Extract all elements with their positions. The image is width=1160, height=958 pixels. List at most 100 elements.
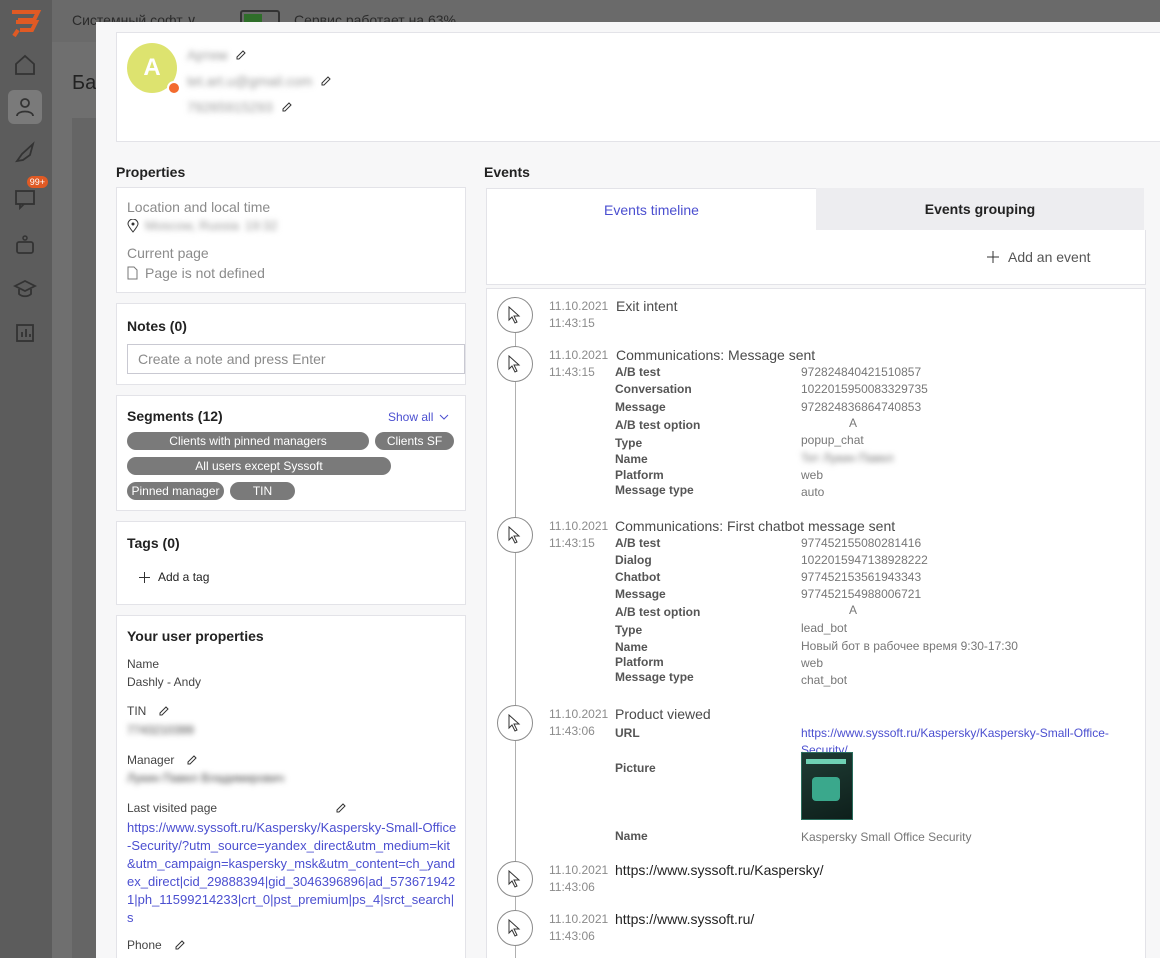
- event-prop-key: Type: [615, 436, 643, 450]
- tin-value: 7743210399: [127, 723, 194, 737]
- background-title: Ба: [72, 72, 97, 94]
- academy-icon[interactable]: [8, 272, 42, 306]
- product-url-line1[interactable]: https://www.syssoft.ru/Kaspersky/Kaspers…: [801, 726, 1109, 740]
- manager-label: Manager: [127, 753, 198, 767]
- event-date: 11.10.2021: [549, 519, 609, 533]
- events-timeline: 11.10.2021 11:43:15 Exit intent 11.10.202…: [486, 288, 1146, 958]
- last-page-label-text: Last visited page: [127, 801, 218, 815]
- event-prop-key: Name: [615, 640, 648, 654]
- segment-pill[interactable]: Pinned manager: [127, 482, 224, 500]
- event-prop-value: A: [849, 603, 858, 617]
- segment-pill[interactable]: Clients SF: [375, 432, 454, 450]
- event-prop-key: A/B test: [615, 536, 661, 550]
- event-prop-value: 977452155080281416: [801, 536, 922, 550]
- event-title: https://www.syssoft.ru/Kaspersky/: [615, 862, 824, 878]
- show-all-label: Show all: [388, 410, 434, 424]
- event-prop-key: Message type: [615, 483, 694, 497]
- user-properties-card: Your user properties Name Dashly - Andy …: [116, 615, 466, 958]
- tab-events-timeline[interactable]: Events timeline: [486, 188, 817, 231]
- event-prop-key: Name: [615, 829, 648, 843]
- event-prop-value: 1022015947138928222: [801, 553, 928, 567]
- event-title: Communications: Message sent: [616, 347, 816, 363]
- add-tag-button[interactable]: Add a tag: [139, 570, 209, 584]
- segment-pill[interactable]: TIN: [230, 482, 295, 500]
- show-all-link[interactable]: Show all: [388, 410, 449, 424]
- event-prop-key: A/B test option: [615, 605, 701, 619]
- add-event-label: Add an event: [1008, 249, 1091, 265]
- event-prop-key: Picture: [615, 761, 656, 775]
- event-title: https://www.syssoft.ru/: [615, 911, 755, 927]
- event-prop-value: Новый бот в рабочее время 9:30-17:30: [801, 639, 1018, 653]
- bot-icon[interactable]: [8, 228, 42, 262]
- analytics-icon[interactable]: [8, 316, 42, 350]
- event-title: Exit intent: [616, 298, 678, 314]
- event-time: 11:43:15: [549, 536, 595, 550]
- tin-label: TIN: [127, 704, 170, 718]
- event-time: 11:43:06: [549, 724, 595, 738]
- event-date: 11.10.2021: [549, 348, 609, 362]
- home-icon[interactable]: [8, 48, 42, 82]
- edit-last-page-icon[interactable]: [335, 802, 347, 814]
- cursor-icon: [497, 910, 533, 946]
- events-tabs: Events timeline Events grouping: [486, 188, 1144, 231]
- user-card-modal: A Артем tet.art.u@gmail.com 79265915293 …: [96, 22, 1160, 958]
- event-prop-key: Dialog: [615, 553, 652, 567]
- event-prop-value: Kaspersky Small Office Security: [801, 830, 972, 844]
- event-date: 11.10.2021: [549, 299, 609, 313]
- location-value: Moscow, Russia: [145, 218, 239, 233]
- event-prop-key: Chatbot: [615, 570, 661, 584]
- logo-icon[interactable]: [8, 8, 44, 38]
- event-prop-key: A/B test option: [615, 418, 701, 432]
- tab-events-grouping[interactable]: Events grouping: [816, 188, 1144, 230]
- app-sidebar: 99+: [0, 0, 52, 958]
- last-page-link[interactable]: https://www.syssoft.ru/Kaspersky/Kaspers…: [127, 819, 457, 927]
- event-prop-key: Conversation: [615, 382, 692, 396]
- segments-title: Segments (12): [127, 408, 223, 424]
- event-prop-value: 972824836864740853: [801, 400, 922, 414]
- segment-pill[interactable]: Clients with pinned managers: [127, 432, 369, 450]
- event-title: Communications: First chatbot message se…: [615, 518, 896, 534]
- note-input[interactable]: Create a note and press Enter: [127, 344, 465, 374]
- plus-icon: [987, 251, 999, 263]
- user-email: tet.art.u@gmail.com: [187, 73, 313, 89]
- event-date: 11.10.2021: [549, 912, 609, 926]
- edit-phone-icon[interactable]: [281, 101, 293, 113]
- user-properties-title: Your user properties: [127, 628, 264, 644]
- events-title: Events: [484, 164, 530, 180]
- add-event-bar: Add an event: [486, 230, 1146, 285]
- cursor-icon: [497, 861, 533, 897]
- location-label: Location and local time: [127, 199, 271, 215]
- event-prop-value: web: [801, 468, 824, 482]
- event-prop-value: 977452153561943343: [801, 570, 922, 584]
- edit-tin-icon[interactable]: [158, 705, 170, 717]
- event-prop-value: chat_bot: [801, 673, 848, 687]
- edit-manager-icon[interactable]: [186, 754, 198, 766]
- chat-icon[interactable]: 99+: [8, 176, 48, 216]
- tin-label-text: TIN: [127, 704, 147, 718]
- event-prop-key: Platform: [615, 468, 664, 482]
- cursor-icon: [497, 346, 533, 382]
- name-label: Name: [127, 657, 159, 671]
- event-prop-key: Type: [615, 623, 643, 637]
- page-icon: [127, 266, 138, 280]
- edit-email-icon[interactable]: [320, 75, 332, 87]
- edit-name-icon[interactable]: [235, 49, 247, 61]
- edit-phone-prop-icon[interactable]: [174, 939, 186, 951]
- name-value: Dashly - Andy: [127, 675, 202, 689]
- event-date: 11.10.2021: [549, 707, 609, 721]
- add-event-button[interactable]: Add an event: [987, 249, 1091, 265]
- phone-label: Phone: [127, 938, 186, 952]
- rocket-icon[interactable]: [8, 136, 42, 170]
- chevron-down-icon: [440, 414, 449, 420]
- event-time: 11:43:06: [549, 929, 595, 943]
- event-prop-value: 1022015950083329735: [801, 382, 928, 396]
- tags-card: Tags (0) Add a tag: [116, 521, 466, 605]
- segment-pill[interactable]: All users except Syssoft: [127, 457, 391, 475]
- notes-card: Notes (0) Create a note and press Enter: [116, 303, 466, 385]
- event-prop-key: Platform: [615, 655, 664, 669]
- cursor-icon: [497, 705, 533, 741]
- name-label-text: Name: [127, 657, 160, 671]
- manager-value: Лукин Павел Владимирович: [127, 771, 285, 785]
- location-card: Location and local time Moscow, Russia 1…: [116, 187, 466, 293]
- users-icon[interactable]: [8, 90, 42, 124]
